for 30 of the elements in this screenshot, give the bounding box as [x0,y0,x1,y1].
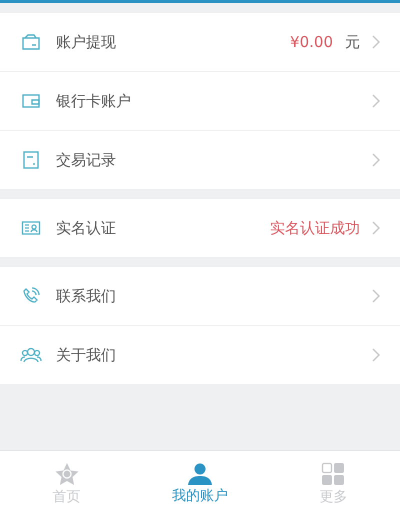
menu-label: 实名认证 [56,218,117,238]
people-icon [20,346,42,364]
menu-item[interactable]: 交易记录 [0,131,400,189]
menu-label: 联系我们 [56,286,117,306]
chevron-icon [372,35,380,49]
menu-value: ¥0.00 [290,33,333,51]
grid-icon [321,462,346,486]
chevron-icon [372,289,380,303]
menu-label: 交易记录 [56,150,117,170]
chevron-icon [372,221,380,235]
document-icon [22,150,40,170]
menu-item[interactable]: 实名认证 实名认证成功 [0,199,400,257]
menu-item[interactable]: 银行卡账户 [0,72,400,131]
menu-item[interactable]: 账户提现 ¥0.00 元 [0,13,400,72]
chevron-icon [372,348,380,362]
menu-value: 实名认证成功 [270,218,360,238]
chevron-icon [372,94,380,108]
menu-label: 银行卡账户 [56,92,132,110]
star-icon [54,462,80,486]
id-card-icon [21,220,41,236]
menu-item[interactable]: 关于我们 [0,326,400,384]
person-icon [186,463,213,485]
wallet-icon [21,33,41,51]
menu-label: 账户提现 [56,32,117,52]
menu-item[interactable]: 联系我们 [0,267,400,326]
card-icon [21,93,41,109]
unit-label: 元 [345,32,360,52]
phone-icon [22,287,40,305]
menu-label: 关于我们 [56,346,117,364]
chevron-icon [372,153,380,167]
